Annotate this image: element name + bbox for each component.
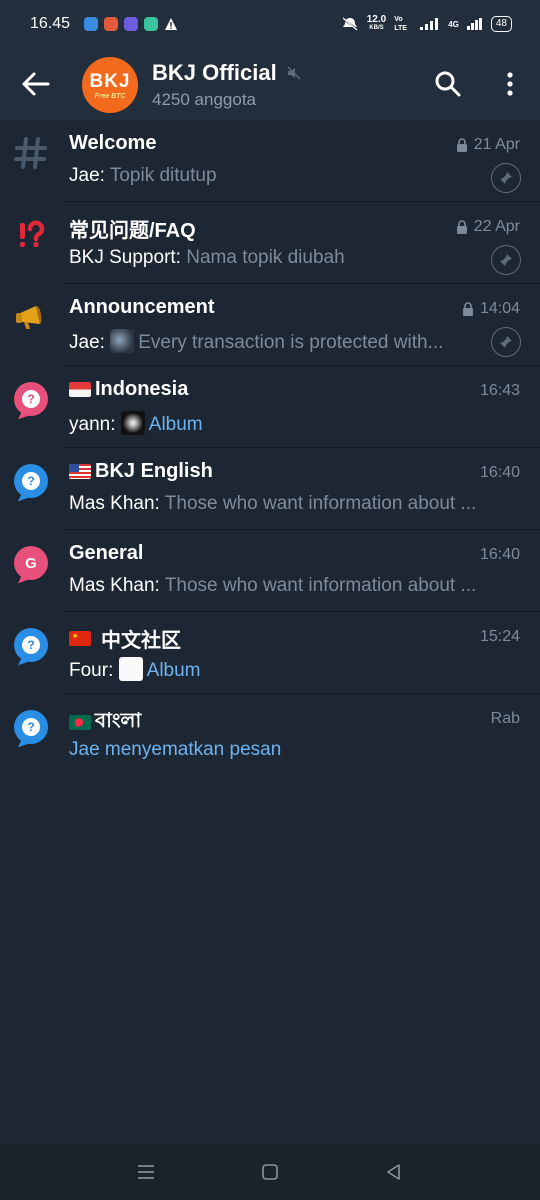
chat-header: BKJ Free BTC BKJ Official 4250 anggota [0,48,540,120]
megaphone-icon [10,296,52,338]
topic-time: 14:04 [462,300,520,318]
back-triangle-icon[interactable] [382,1160,406,1184]
topic-last-message: Mas Khan: Those who want information abo… [69,575,477,596]
image-thumbnail [118,657,143,681]
topic-row-chinese-community[interactable]: ? ★ 中文社区 15:24 Four: Album [0,612,540,694]
topic-time: Rab [490,710,520,727]
topic-time: 16:40 [479,546,520,563]
topic-last-message: Four: Album [69,657,503,682]
app-notification-icon [124,17,139,31]
topic-last-message: Jae: Every transaction is protected with… [69,329,469,354]
app-notification-icon [104,17,119,31]
more-menu-icon[interactable] [500,70,520,98]
topic-name: Announcement [69,296,215,318]
notification-icons [84,17,178,31]
lock-icon [456,220,467,234]
indonesia-flag-icon [69,382,91,397]
logo-text: BKJ [89,70,131,92]
network-speed: 12.0 KB/S [366,14,387,32]
pin-icon [491,163,521,193]
topic-bubble-general-icon: G [10,542,52,584]
exclamation-question-icon [10,214,52,256]
header-title-block[interactable]: BKJ Official 4250 anggota [152,60,301,110]
group-title: BKJ Official [152,60,277,85]
warning-icon [165,18,178,30]
network-type: 4G [448,19,459,29]
status-bar: 16.45 12.0 KB/S Vo LTE 4G 48 [0,0,540,48]
image-thumbnail [110,329,135,353]
muted-speaker-icon [287,66,301,80]
status-right: 12.0 KB/S Vo LTE 4G 48 [341,15,512,33]
topic-name: General [69,542,144,564]
topic-time: 15:24 [479,628,520,645]
recents-menu-icon[interactable] [134,1160,158,1184]
topic-row-bkj-english[interactable]: ? BKJ English 16:40 Mas Khan: Those who … [0,448,540,530]
china-flag-icon: ★ [69,631,91,646]
topic-name: 常见问题/FAQ [69,220,196,242]
topic-name: BKJ English [69,460,213,483]
topic-last-message: yann: Album [69,411,503,436]
topic-row-indonesia[interactable]: ? Indonesia 16:43 yann: Album [0,366,540,448]
topic-time: 16:43 [479,382,520,399]
topic-name: বাংলা [69,706,141,739]
topic-row-welcome[interactable]: Welcome 21 Apr Jae: Topik ditutup [0,120,540,202]
topic-row-faq[interactable]: 常见问题/FAQ 22 Apr BKJ Support: Nama topik … [0,202,540,284]
signal-icon [466,18,482,30]
image-thumbnail [120,411,145,435]
topic-time: 16:40 [479,464,520,481]
bangladesh-flag-icon [69,715,91,730]
topic-row-bangla[interactable]: ? বাংলা Rab Jae menyematkan pesan [0,694,540,776]
topic-bubble-pink-icon: ? [10,378,52,420]
group-avatar[interactable]: BKJ Free BTC [82,57,138,113]
hash-icon [10,132,52,174]
topic-time: 21 Apr [456,136,520,154]
lock-icon [456,138,467,152]
signal-icon [420,18,439,30]
topic-list: Welcome 21 Apr Jae: Topik ditutup 常见问题/F… [0,120,540,776]
topic-name: ★ 中文社区 [69,624,181,653]
topic-row-announcement[interactable]: Announcement 14:04 Jae: Every transactio… [0,284,540,366]
search-icon[interactable] [434,70,462,98]
back-arrow-icon[interactable] [20,70,50,98]
system-navigation-bar [0,1144,540,1200]
logo-subtext: Free BTC [94,92,126,100]
topic-bubble-blue-icon: ? [10,706,52,748]
volte-badge: Vo LTE [394,16,407,32]
usa-flag-icon [69,464,91,479]
home-square-icon[interactable] [258,1160,282,1184]
topic-last-message: Mas Khan: Those who want information abo… [69,493,477,514]
topic-row-general[interactable]: G General 16:40 Mas Khan: Those who want… [0,530,540,612]
topic-time: 22 Apr [456,218,520,236]
topic-name: Indonesia [69,378,188,401]
status-time: 16.45 [30,15,71,32]
topic-last-message: Jae: Topik ditutup [69,165,217,186]
app-notification-icon [144,17,159,31]
topic-bubble-blue-icon: ? [10,624,52,666]
topic-name: Welcome [69,132,157,154]
topic-bubble-blue-icon: ? [10,460,52,502]
member-count: 4250 anggota [152,90,256,109]
lock-icon [462,302,473,316]
battery-indicator: 48 [490,16,512,32]
pin-icon [491,245,521,275]
mute-bell-icon [341,17,359,31]
topic-last-message: Jae menyematkan pesan [69,739,282,760]
app-notification-icon [84,17,99,31]
topic-last-message: BKJ Support: Nama topik diubah [69,247,345,268]
pin-icon [491,327,521,357]
